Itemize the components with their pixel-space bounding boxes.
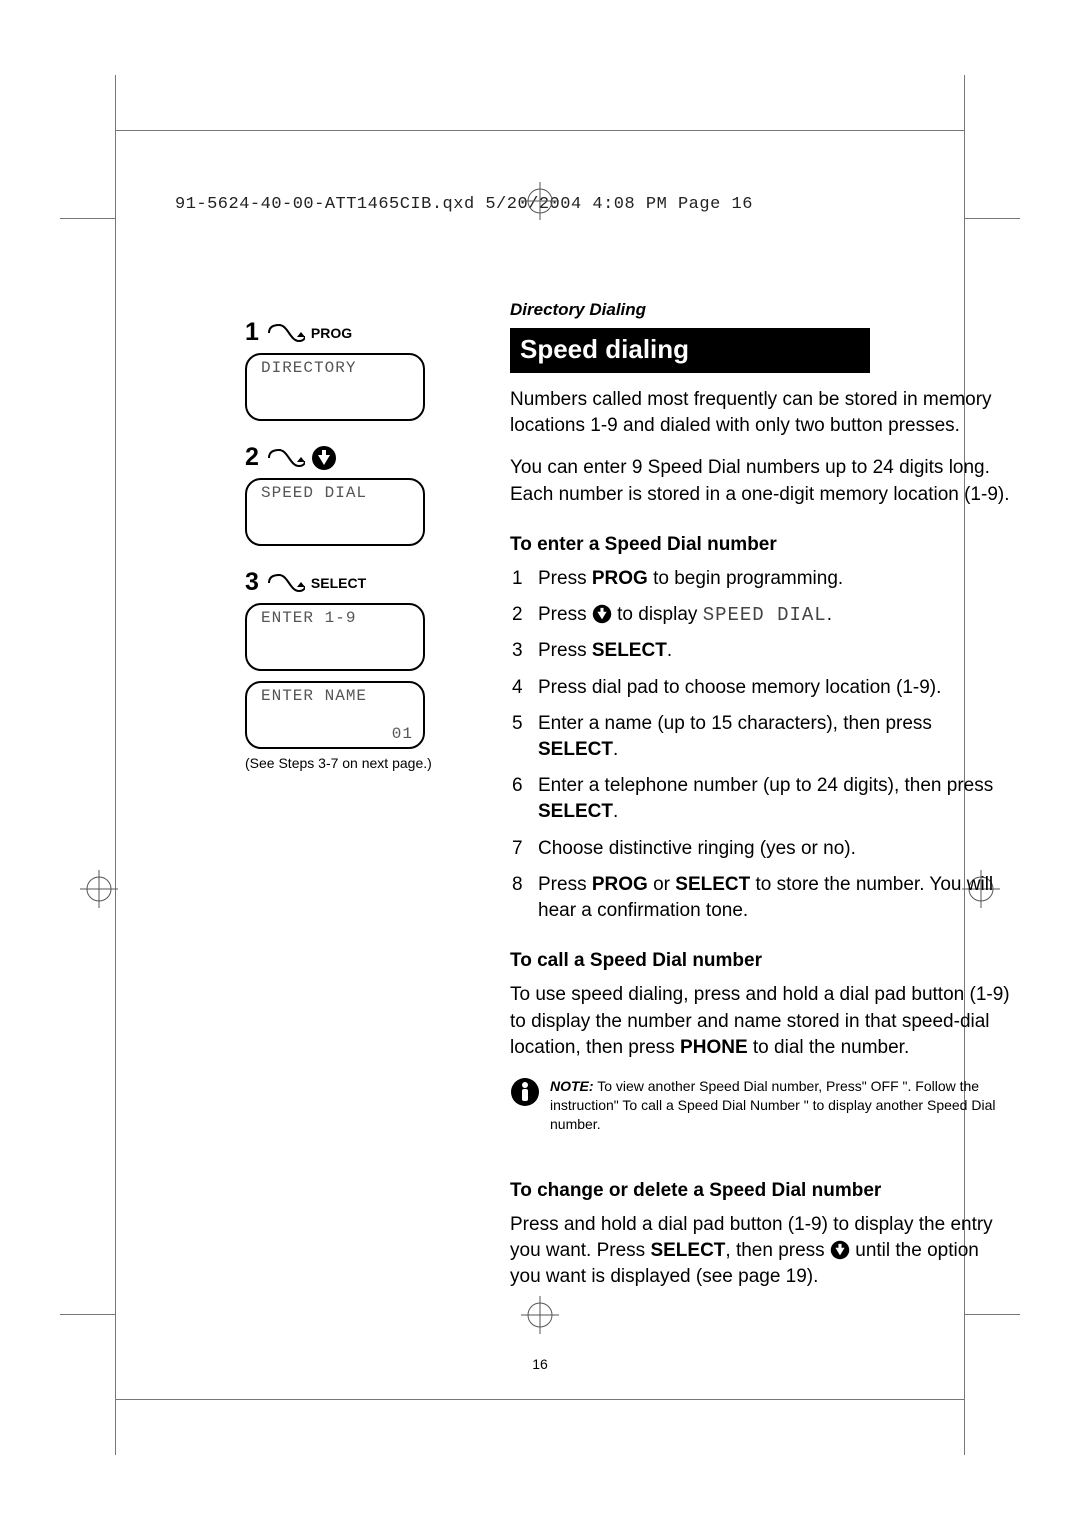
subheading-call: To call a Speed Dial number	[510, 950, 1010, 972]
down-arrow-circle-icon	[311, 445, 337, 471]
step-item: Press PROG to begin programming.	[510, 566, 1010, 592]
step-item: Enter a telephone number (up to 24 digit…	[510, 773, 1010, 825]
softkey-loop-icon	[265, 447, 305, 469]
softkey-loop-icon	[265, 322, 305, 344]
steps-list: Press PROG to begin programming. Press t…	[510, 566, 1010, 924]
trim-line	[60, 1314, 115, 1315]
intro-paragraph: You can enter 9 Speed Dial numbers up to…	[510, 455, 1010, 507]
down-arrow-circle-icon	[830, 1240, 850, 1260]
lcd-text: ENTER 1-9	[261, 609, 356, 627]
page: 91-5624-40-00-ATT1465CIB.qxd 5/20/2004 4…	[0, 0, 1080, 1528]
trim-line	[60, 218, 115, 219]
call-paragraph: To use speed dialing, press and hold a d…	[510, 982, 1010, 1061]
section-label: Directory Dialing	[510, 300, 1010, 320]
registration-mark-icon	[521, 182, 559, 220]
step-item: Press to display SPEED DIAL.	[510, 602, 1010, 628]
trim-line	[965, 1314, 1020, 1315]
lcd-screen: ENTER 1-9	[245, 603, 425, 671]
step-item: Press SELECT.	[510, 638, 1010, 664]
down-arrow-circle-icon	[592, 604, 612, 624]
sidebar-step-3: 3 SELECT ENTER 1-9 ENTER NAME 01 (See St…	[245, 568, 455, 771]
step-number: 2	[245, 443, 259, 472]
lcd-text: DIRECTORY	[261, 359, 356, 377]
print-meta: 91-5624-40-00-ATT1465CIB.qxd 5/20/2004 4…	[175, 195, 753, 214]
registration-mark-icon	[80, 870, 118, 908]
trim-line	[115, 75, 116, 130]
lcd-screen: SPEED DIAL	[245, 478, 425, 546]
trim-line	[964, 1400, 965, 1455]
sidebar-note: (See Steps 3-7 on next page.)	[245, 755, 455, 771]
step-item: Enter a name (up to 15 characters), then…	[510, 711, 1010, 763]
trim-line	[965, 218, 1020, 219]
step-number: 1	[245, 318, 259, 347]
trim-line	[964, 75, 965, 130]
lcd-screen: ENTER NAME 01	[245, 681, 425, 749]
page-number: 16	[0, 1356, 1080, 1372]
main-column: Directory Dialing Speed dialing Numbers …	[510, 300, 1010, 1306]
intro-paragraph: Numbers called most frequently can be st…	[510, 387, 1010, 439]
page-title: Speed dialing	[510, 328, 870, 373]
lcd-text: 01	[392, 725, 413, 743]
subheading-enter: To enter a Speed Dial number	[510, 534, 1010, 556]
note-block: NOTE: To view another Speed Dial number,…	[510, 1077, 1010, 1134]
step-item: Press dial pad to choose memory location…	[510, 675, 1010, 701]
trim-line	[115, 1400, 116, 1455]
subheading-change: To change or delete a Speed Dial number	[510, 1180, 1010, 1202]
lcd-screen: DIRECTORY	[245, 353, 425, 421]
note-text: NOTE: To view another Speed Dial number,…	[550, 1077, 1010, 1134]
step-label: PROG	[311, 325, 352, 341]
step-number: 3	[245, 568, 259, 597]
sidebar-step-1: 1 PROG DIRECTORY	[245, 318, 455, 421]
step-label: SELECT	[311, 575, 366, 591]
step-item: Choose distinctive ringing (yes or no).	[510, 836, 1010, 862]
change-paragraph: Press and hold a dial pad button (1-9) t…	[510, 1212, 1010, 1291]
softkey-loop-icon	[265, 572, 305, 594]
sidebar: 1 PROG DIRECTORY 2	[245, 318, 455, 793]
sidebar-step-2: 2 SPEED DIAL	[245, 443, 455, 546]
step-item: Press PROG or SELECT to store the number…	[510, 872, 1010, 924]
lcd-text: SPEED DIAL	[261, 484, 367, 502]
info-icon	[510, 1077, 540, 1107]
lcd-text: ENTER NAME	[261, 687, 367, 705]
